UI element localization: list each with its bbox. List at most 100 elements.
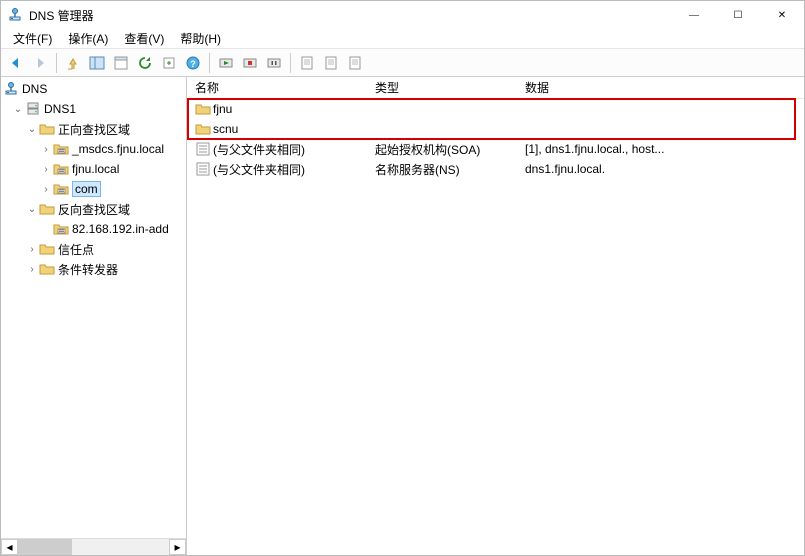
toolbar-separator	[290, 53, 291, 73]
expand-icon[interactable]: ›	[39, 164, 53, 175]
toolbar-separator	[209, 53, 210, 73]
column-header-type[interactable]: 类型	[367, 79, 517, 96]
folder-icon	[39, 261, 55, 277]
list-pane: 名称 类型 数据 fjnu scnu (与父文件夹相同) 起始授权机构(SOA)	[187, 77, 804, 555]
list-body[interactable]: fjnu scnu (与父文件夹相同) 起始授权机构(SOA) [1], dns…	[187, 99, 804, 555]
minimize-button[interactable]: —	[672, 1, 716, 29]
scroll-left-icon[interactable]: ◂	[1, 539, 18, 555]
help-icon	[185, 55, 201, 71]
cell-data: [1], dns1.fjnu.local., host...	[525, 142, 664, 156]
close-button[interactable]: ✕	[760, 1, 804, 29]
collapse-icon[interactable]: ⌄	[25, 204, 39, 215]
tree-label: _msdcs.fjnu.local	[72, 142, 164, 156]
list-row[interactable]: (与父文件夹相同) 名称服务器(NS) dns1.fjnu.local.	[187, 159, 804, 179]
scroll-right-icon[interactable]: ▸	[169, 539, 186, 555]
pause-icon	[266, 55, 282, 71]
cell-type: 名称服务器(NS)	[375, 161, 460, 178]
stop-icon	[242, 55, 258, 71]
tree-zone-fjnu[interactable]: › fjnu.local	[3, 159, 186, 179]
expand-icon[interactable]: ›	[25, 264, 39, 275]
menu-bar: 文件(F) 操作(A) 查看(V) 帮助(H)	[1, 29, 804, 49]
tree-label: fjnu.local	[72, 162, 119, 176]
export-icon	[161, 55, 177, 71]
window-title: DNS 管理器	[29, 7, 94, 24]
pause-button[interactable]	[263, 52, 285, 74]
back-icon	[8, 55, 24, 71]
toolbar	[1, 49, 804, 77]
back-button[interactable]	[5, 52, 27, 74]
forward-button[interactable]	[29, 52, 51, 74]
sheet3-button[interactable]	[344, 52, 366, 74]
properties-icon	[113, 55, 129, 71]
panes-button[interactable]	[86, 52, 108, 74]
server-icon	[25, 101, 41, 117]
cell-name: (与父文件夹相同)	[213, 141, 305, 158]
tree-reverse-zone[interactable]: ⌄ 反向查找区域	[3, 199, 186, 219]
body-split: DNS ⌄ DNS1 ⌄ 正向查找区域 › _msdcs.fjnu.local	[1, 77, 804, 555]
menu-help[interactable]: 帮助(H)	[172, 30, 229, 47]
column-header-name[interactable]: 名称	[187, 79, 367, 96]
tree-zone-reverse-item[interactable]: 82.168.192.in-add	[3, 219, 186, 239]
collapse-icon[interactable]: ⌄	[11, 104, 25, 115]
up-button[interactable]	[62, 52, 84, 74]
list-row[interactable]: fjnu	[187, 99, 804, 119]
tree-zone-com[interactable]: › com	[3, 179, 186, 199]
cell-name: scnu	[213, 122, 238, 136]
tree-pane: DNS ⌄ DNS1 ⌄ 正向查找区域 › _msdcs.fjnu.local	[1, 77, 187, 555]
panes-icon	[89, 55, 105, 71]
folder-icon	[39, 121, 55, 137]
play-icon	[218, 55, 234, 71]
tree-server[interactable]: ⌄ DNS1	[3, 99, 186, 119]
up-folder-icon	[65, 55, 81, 71]
refresh-button[interactable]	[134, 52, 156, 74]
zone-icon	[53, 161, 69, 177]
list-row[interactable]: (与父文件夹相同) 起始授权机构(SOA) [1], dns1.fjnu.loc…	[187, 139, 804, 159]
list-header: 名称 类型 数据	[187, 77, 804, 99]
help-button[interactable]	[182, 52, 204, 74]
sheet1-button[interactable]	[296, 52, 318, 74]
stop-button[interactable]	[239, 52, 261, 74]
expand-icon[interactable]: ›	[39, 184, 53, 195]
expand-icon[interactable]: ›	[25, 244, 39, 255]
tree-trust-points[interactable]: › 信任点	[3, 239, 186, 259]
zone-icon	[53, 181, 69, 197]
zone-icon	[53, 221, 69, 237]
sheet2-button[interactable]	[320, 52, 342, 74]
cell-name: fjnu	[213, 102, 232, 116]
scroll-thumb[interactable]	[18, 539, 72, 555]
expand-icon[interactable]: ›	[39, 144, 53, 155]
column-header-data[interactable]: 数据	[517, 79, 804, 96]
list-row[interactable]: scnu	[187, 119, 804, 139]
toolbar-separator	[56, 53, 57, 73]
menu-action[interactable]: 操作(A)	[60, 30, 116, 47]
scroll-track[interactable]	[18, 539, 169, 555]
sheet-icon	[299, 55, 315, 71]
cell-name: (与父文件夹相同)	[213, 161, 305, 178]
forward-icon	[32, 55, 48, 71]
tree-horizontal-scrollbar[interactable]: ◂ ▸	[1, 538, 186, 555]
tree-label: 条件转发器	[58, 261, 118, 278]
menu-view[interactable]: 查看(V)	[116, 30, 172, 47]
cell-data: dns1.fjnu.local.	[525, 162, 605, 176]
tree-conditional-forwarders[interactable]: › 条件转发器	[3, 259, 186, 279]
collapse-icon[interactable]: ⌄	[25, 124, 39, 135]
refresh-icon	[137, 55, 153, 71]
maximize-button[interactable]: ☐	[716, 1, 760, 29]
folder-icon	[39, 241, 55, 257]
folder-icon	[39, 201, 55, 217]
properties-button[interactable]	[110, 52, 132, 74]
tree-label: DNS1	[44, 102, 76, 116]
start-button[interactable]	[215, 52, 237, 74]
sheet-icon	[347, 55, 363, 71]
export-button[interactable]	[158, 52, 180, 74]
tree-root-dns[interactable]: DNS	[3, 79, 186, 99]
sheet-icon	[323, 55, 339, 71]
tree-forward-zone[interactable]: ⌄ 正向查找区域	[3, 119, 186, 139]
zone-icon	[53, 141, 69, 157]
menu-file[interactable]: 文件(F)	[5, 30, 60, 47]
app-window: DNS 管理器 — ☐ ✕ 文件(F) 操作(A) 查看(V) 帮助(H)	[0, 0, 805, 556]
folder-icon	[195, 121, 211, 137]
tree[interactable]: DNS ⌄ DNS1 ⌄ 正向查找区域 › _msdcs.fjnu.local	[1, 77, 186, 538]
tree-zone-msdcs[interactable]: › _msdcs.fjnu.local	[3, 139, 186, 159]
tree-label: 反向查找区域	[58, 201, 130, 218]
